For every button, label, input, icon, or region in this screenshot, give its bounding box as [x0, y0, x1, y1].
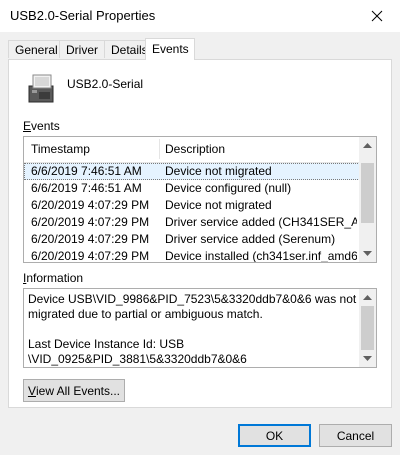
close-icon	[371, 10, 383, 22]
event-description: Driver service added (CH341SER_A64)	[165, 215, 357, 229]
scroll-thumb[interactable]	[361, 163, 374, 223]
information-text[interactable]: Device USB\VID_9986&PID_7523\5&3320ddb7&…	[28, 292, 358, 367]
tab-general-label: General	[15, 43, 58, 57]
ok-button[interactable]: OK	[238, 424, 311, 447]
events-label-rest: vents	[31, 119, 60, 133]
event-row[interactable]: 6/20/2019 4:07:29 PM Driver service adde…	[24, 214, 360, 231]
event-description: Driver service added (Serenum)	[165, 232, 336, 246]
information-label: Information	[23, 271, 83, 285]
column-header-description[interactable]: Description	[158, 137, 225, 161]
events-tab-panel: USB2.0-Serial Events Timestamp Descripti…	[8, 59, 392, 408]
scroll-up-arrow-icon[interactable]	[359, 289, 376, 306]
cancel-button-label: Cancel	[336, 428, 375, 443]
event-timestamp: 6/20/2019 4:07:29 PM	[31, 215, 150, 229]
tab-details[interactable]: Details	[104, 40, 148, 58]
event-timestamp: 6/6/2019 7:46:51 AM	[31, 164, 142, 178]
cancel-button[interactable]: Cancel	[319, 424, 392, 447]
event-row[interactable]: 6/20/2019 4:07:29 PM Device not migrated	[24, 197, 360, 214]
event-row[interactable]: 6/20/2019 4:07:29 PM Driver service adde…	[24, 231, 360, 248]
tab-events[interactable]: Events	[145, 38, 195, 60]
events-header: Timestamp Description	[24, 137, 360, 163]
tab-driver-label: Driver	[66, 43, 98, 57]
events-list[interactable]: Timestamp Description 6/6/2019 7:46:51 A…	[23, 136, 377, 263]
information-scrollbar[interactable]	[359, 289, 376, 367]
information-label-rest: nformation	[26, 271, 84, 285]
events-scrollbar[interactable]	[359, 137, 376, 262]
scroll-down-arrow-icon[interactable]	[359, 350, 376, 367]
usb-serial-device-icon	[28, 74, 54, 103]
event-description: Device configured (null)	[165, 181, 292, 195]
device-name: USB2.0-Serial	[67, 77, 144, 91]
scroll-down-arrow-icon[interactable]	[359, 245, 376, 262]
view-all-events-accel: V	[27, 383, 36, 398]
events-label: Events	[23, 119, 60, 133]
information-textbox[interactable]: Device USB\VID_9986&PID_7523\5&3320ddb7&…	[23, 288, 377, 368]
view-all-events-button[interactable]: View All Events...	[23, 379, 125, 402]
scroll-thumb[interactable]	[361, 306, 374, 350]
tab-strip: General Driver Details Events	[8, 38, 392, 60]
title-bar: USB2.0-Serial Properties	[0, 0, 400, 32]
tab-driver[interactable]: Driver	[59, 40, 105, 58]
column-header-timestamp[interactable]: Timestamp	[24, 137, 90, 161]
event-timestamp: 6/20/2019 4:07:29 PM	[31, 198, 150, 212]
event-description: Device not migrated	[165, 164, 272, 178]
event-description: Device not migrated	[165, 198, 272, 212]
event-row[interactable]: 6/6/2019 7:46:51 AM Device not migrated	[24, 163, 360, 180]
event-timestamp: 6/20/2019 4:07:29 PM	[31, 249, 150, 263]
event-row[interactable]: 6/6/2019 7:46:51 AM Device configured (n…	[24, 180, 360, 197]
event-description: Device installed (ch341ser.inf_amd64...	[165, 249, 357, 263]
event-timestamp: 6/20/2019 4:07:29 PM	[31, 232, 150, 246]
close-button[interactable]	[354, 0, 400, 32]
tab-events-label: Events	[152, 42, 189, 56]
scroll-up-arrow-icon[interactable]	[359, 137, 376, 154]
tab-general[interactable]: General	[8, 40, 60, 58]
event-row[interactable]: 6/20/2019 4:07:29 PM Device installed (c…	[24, 248, 360, 263]
event-timestamp: 6/6/2019 7:46:51 AM	[31, 181, 142, 195]
ok-button-label: OK	[265, 428, 284, 443]
view-all-events-label: iew All Events...	[35, 383, 121, 398]
tab-details-label: Details	[111, 43, 148, 57]
events-label-accel: E	[23, 119, 32, 133]
window-title: USB2.0-Serial Properties	[10, 8, 156, 23]
